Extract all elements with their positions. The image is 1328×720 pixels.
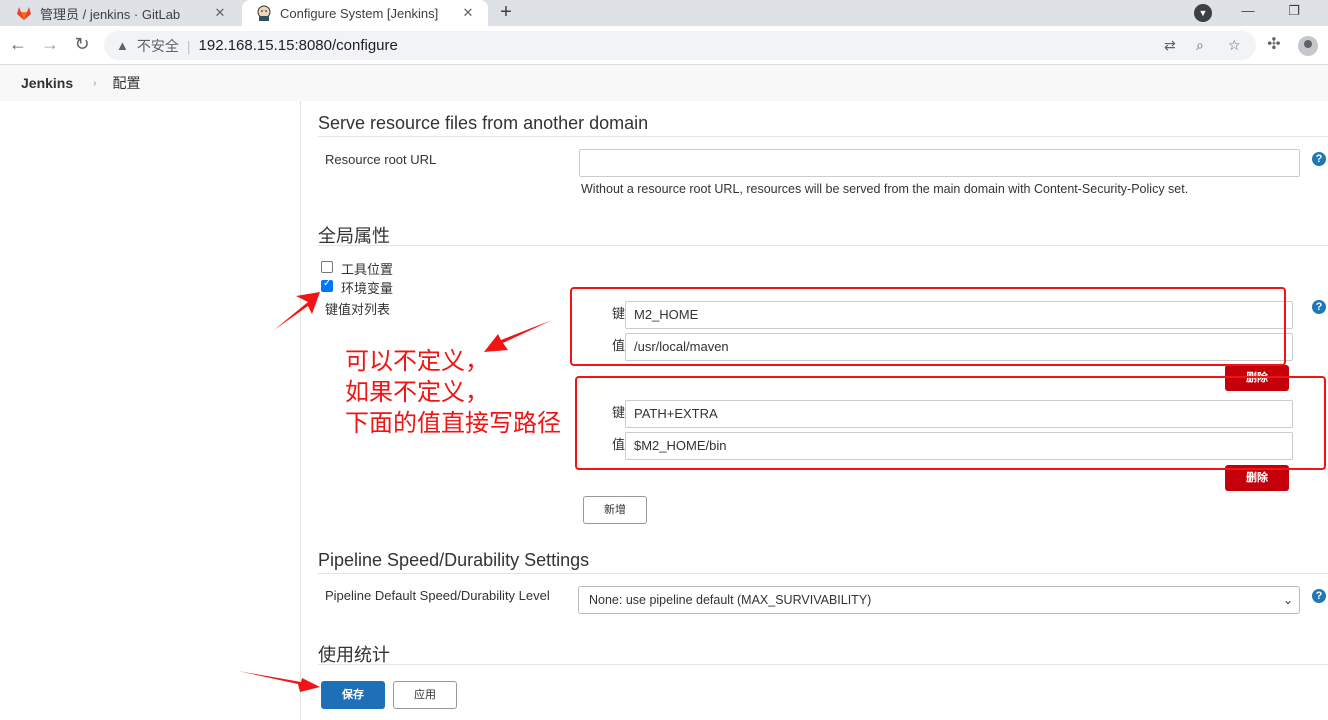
arrow-icon bbox=[238, 671, 320, 692]
annotation-arrows bbox=[238, 292, 552, 692]
arrow-icon bbox=[274, 292, 320, 330]
arrow-icon bbox=[484, 320, 552, 352]
